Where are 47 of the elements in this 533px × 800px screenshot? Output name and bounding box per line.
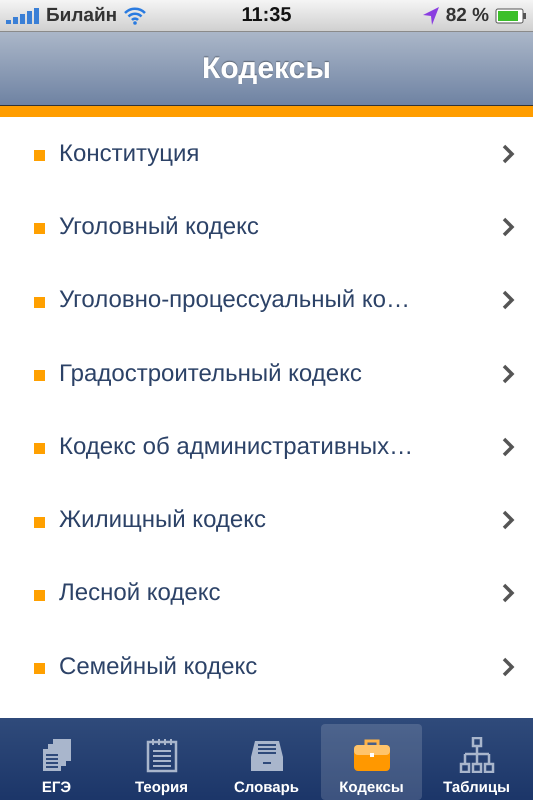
tab[interactable]: Словарь (216, 724, 317, 800)
row-label: Лесной кодекс (59, 579, 222, 608)
chevron-icon (502, 583, 515, 604)
battery-percentage: 82 % (446, 4, 489, 26)
list-row[interactable]: Уголовно-процессуальный ко… (0, 264, 533, 337)
row-label: Кодекс об административных… (59, 432, 414, 461)
signal-icon (6, 8, 40, 24)
tab[interactable]: Кодексы (321, 724, 422, 800)
screen-title: Кодексы (202, 52, 331, 86)
list-row[interactable]: Конституция (0, 117, 533, 190)
hierarchy-icon (458, 737, 494, 773)
list-row[interactable]: Семейный кодекс (0, 630, 533, 704)
bullet-icon (34, 223, 45, 234)
list-row[interactable]: Градостроительный кодекс (0, 336, 533, 410)
bullet-icon (34, 150, 45, 162)
bullet-icon (34, 370, 45, 382)
bullet-icon (34, 663, 45, 674)
chevron-icon (502, 364, 515, 384)
carrier-name: Билайн (46, 4, 118, 26)
row-label: Градостроительный кодекс (59, 360, 363, 388)
row-label: Семейный кодекс (59, 652, 258, 681)
wifi-icon (123, 6, 148, 24)
chevron-icon (502, 510, 515, 530)
row-label: Уголовно-процессуальный ко… (59, 286, 411, 314)
chevron-icon (502, 144, 515, 164)
location-arrow-icon (422, 6, 440, 26)
tab[interactable]: ЕГЭ (6, 724, 107, 800)
row-label: Конституция (59, 140, 200, 168)
bullet-icon (34, 590, 45, 601)
list-row[interactable]: Лесной кодекс (0, 556, 533, 630)
chevron-icon (502, 290, 515, 310)
list-row[interactable]: Уголовный кодекс (0, 190, 533, 264)
chevron-icon (502, 436, 515, 457)
list-row[interactable]: Жилищный кодекс (0, 483, 533, 557)
battery-icon (495, 8, 527, 24)
chevron-icon (502, 216, 515, 237)
tab[interactable]: Теория (111, 724, 212, 800)
list-row[interactable]: Кодекс об административных… (0, 410, 533, 484)
bullet-icon (34, 296, 45, 308)
chevron-icon (502, 656, 515, 677)
bullet-icon (34, 443, 45, 454)
row-label: Уголовный кодекс (59, 212, 260, 241)
clock-time: 11:35 (241, 4, 292, 27)
row-label: Жилищный кодекс (59, 506, 268, 534)
tab[interactable]: Таблицы (426, 724, 527, 800)
bullet-icon (34, 516, 45, 528)
briefcase-icon (352, 737, 392, 773)
